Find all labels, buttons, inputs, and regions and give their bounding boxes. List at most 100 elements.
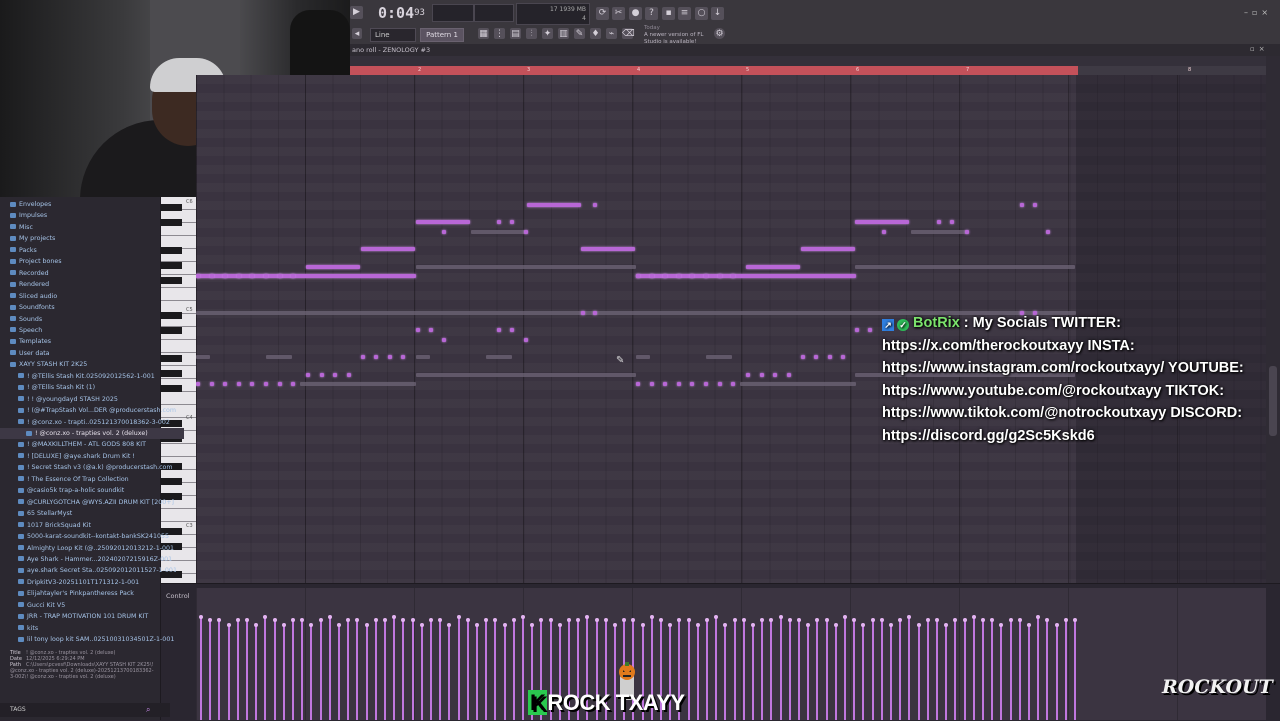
midi-note[interactable] [223,274,228,278]
browser-item[interactable]: @casio5k trap-a-holic soundkit [0,485,176,496]
midi-note[interactable] [442,338,446,342]
velocity-bar[interactable] [383,617,387,720]
velocity-bar[interactable] [751,622,755,720]
midi-note[interactable] [388,355,392,359]
midi-note[interactable] [593,311,597,315]
browser-icon[interactable]: ▥ [558,28,569,39]
midi-note[interactable] [773,373,777,377]
velocity-bar[interactable] [226,622,231,720]
midi-note[interactable] [442,230,446,234]
midi-note[interactable] [950,220,954,224]
midi-note[interactable] [882,230,886,234]
velocity-bar[interactable] [355,617,360,720]
midi-note[interactable] [209,274,214,278]
midi-note[interactable] [416,328,420,332]
midi-note[interactable] [1020,203,1024,207]
midi-note[interactable] [196,274,416,278]
velocity-bar[interactable] [475,622,479,720]
midi-note[interactable] [527,203,581,207]
midi-note[interactable] [320,373,324,377]
brush-icon[interactable]: ♦ [590,28,601,39]
midi-note[interactable] [1046,230,1050,234]
window-controls[interactable]: –▫× [1244,8,1280,18]
ghost-note[interactable] [300,382,416,386]
midi-note[interactable] [510,220,514,224]
download-icon[interactable]: ↓ [711,7,724,20]
velocity-bar[interactable] [291,617,295,720]
browser-item[interactable]: ! ! @youngdayd STASH 2025 [0,394,176,405]
velocity-bar[interactable] [879,617,884,720]
browser-item[interactable]: Packs [0,245,168,256]
browser-item[interactable]: aye.shark Secret Sta..025092012011527-1-… [0,565,176,576]
plugin-icon[interactable]: ✦ [542,28,553,39]
velocity-bar[interactable] [806,622,811,720]
browser-item[interactable]: Almighty Loop Kit (@..25092012013212-1-0… [0,543,176,554]
midi-note[interactable] [236,274,241,278]
midi-note[interactable] [636,382,640,386]
browser-item[interactable]: @CURLYGOTCHA @WYS.AZII DRUM KIT [200+] [0,497,176,508]
midi-note[interactable] [937,220,941,224]
browser-item[interactable]: Recorded [0,268,168,279]
midi-note[interactable] [524,230,528,234]
midi-note[interactable] [676,274,681,278]
velocity-bar[interactable] [456,615,461,720]
velocity-bar[interactable] [217,617,222,720]
midi-note[interactable] [731,382,736,386]
velocity-bar[interactable] [245,617,249,720]
velocity-bar[interactable] [1027,622,1031,720]
browser-item[interactable]: 1017 BrickSquad Kit [0,520,176,531]
tags-bar[interactable]: TAGS [0,703,170,717]
midi-note[interactable] [731,274,736,278]
browser-item[interactable]: Gucci Kit V5 [0,600,176,611]
midi-note[interactable] [801,247,855,251]
settings-icon[interactable]: ⚙ [714,28,725,39]
playlist-icon[interactable]: ▤ [510,28,521,39]
velocity-bar[interactable] [935,617,939,720]
ghost-note[interactable] [740,382,856,386]
search-icon[interactable]: ⌕ [146,705,155,714]
velocity-bar[interactable] [392,615,397,720]
midi-note[interactable] [690,382,695,386]
velocity-bar[interactable] [327,615,332,720]
midi-note[interactable] [868,328,872,332]
velocity-bar[interactable] [1008,617,1013,720]
midi-note[interactable] [649,274,654,278]
velocity-bar[interactable] [898,617,903,720]
velocity-bar[interactable] [907,615,912,720]
velocity-bar[interactable] [833,622,838,720]
menu-icon[interactable]: ◂ [352,28,362,39]
browser-item[interactable]: Misc [0,222,168,233]
channel-rack-icon[interactable]: ⋮ [494,28,505,39]
velocity-bar[interactable] [962,617,967,720]
velocity-bar[interactable] [346,617,351,720]
midi-note[interactable] [760,373,764,377]
browser-item[interactable]: Rendered [0,279,168,290]
midi-note[interactable] [717,382,722,386]
velocity-bar[interactable] [281,622,286,720]
midi-note[interactable] [663,274,668,278]
velocity-bar[interactable] [944,622,949,720]
mixer-icon[interactable]: ≡ [678,7,691,20]
velocity-bar[interactable] [1054,622,1059,720]
browser-item[interactable]: Envelopes [0,199,168,210]
browser-item[interactable]: ! (@#TrapStash Vol...DER @producerstash.… [0,405,176,416]
velocity-bar[interactable] [300,617,305,720]
browser-item[interactable]: ! @TEllis Stash Kit.025092012562-1-001 [0,371,176,382]
velocity-bar[interactable] [778,615,783,720]
velocity-bar[interactable] [235,617,240,720]
velocity-bar[interactable] [410,617,415,720]
velocity-bar[interactable] [318,617,323,720]
save-icon[interactable]: ▪ [662,7,675,20]
velocity-bar[interactable] [916,622,921,720]
velocity-bar[interactable] [815,617,820,720]
browser-item[interactable]: User data [0,348,168,359]
velocity-bar[interactable] [419,622,424,720]
browser-item[interactable]: Templates [0,336,168,347]
midi-note[interactable] [347,373,351,377]
midi-note[interactable] [828,355,832,359]
tempo-display[interactable] [432,4,474,22]
midi-note[interactable] [649,382,654,386]
browser-item[interactable]: JRR - TRAP MOTIVATION 101 DRUM KIT [0,611,176,622]
velocity-bar[interactable] [263,615,268,720]
slice-icon[interactable]: ⌁ [606,28,617,39]
